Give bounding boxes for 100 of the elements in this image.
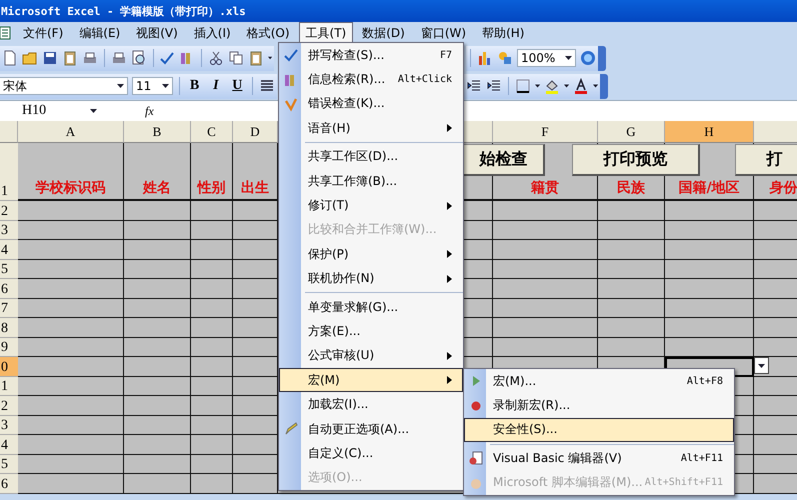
row-header[interactable]: 2 [0, 396, 18, 416]
italic-button[interactable]: I [207, 78, 225, 94]
menu-item[interactable]: 公式审核(U) [279, 344, 463, 368]
new-document-icon[interactable] [2, 50, 18, 66]
copy-icon[interactable] [228, 50, 244, 66]
column-header[interactable]: G [598, 121, 665, 143]
row-header[interactable]: 6 [0, 279, 18, 298]
menu-bar-item[interactable]: 窗口(W) [414, 22, 474, 44]
menu-bar-item[interactable]: 格式(O) [240, 22, 297, 44]
column-header[interactable]: B [124, 121, 191, 143]
menu-item[interactable]: 修订(T) [279, 193, 463, 218]
underline-button[interactable]: U [228, 78, 246, 94]
printer-icon[interactable] [82, 50, 98, 66]
caret-icon[interactable] [592, 84, 598, 88]
row-header[interactable]: 3 [0, 416, 18, 435]
menu-item[interactable]: 宏(M)... Alt+F8 [464, 369, 734, 394]
menu-bar-item[interactable]: 插入(I) [186, 22, 238, 44]
fill-color-icon[interactable] [544, 78, 560, 94]
caret-icon[interactable] [564, 84, 569, 88]
spelling-icon[interactable] [283, 47, 299, 64]
bold-button[interactable]: B [186, 78, 204, 94]
column-header[interactable]: H [665, 121, 754, 143]
sheet-button[interactable]: 始检查 [463, 144, 545, 176]
menu-item[interactable]: 方案(E)... [279, 319, 463, 344]
row-header[interactable]: 3 [0, 220, 18, 240]
cut-icon[interactable] [208, 50, 224, 66]
print-preview-icon[interactable] [130, 50, 147, 66]
column-header[interactable]: A [18, 121, 124, 143]
check-icon[interactable] [283, 96, 299, 112]
row-header[interactable]: 6 [0, 474, 18, 494]
select-all-button[interactable] [0, 121, 18, 143]
menu-bar-item[interactable]: 文件(F) [16, 22, 70, 44]
printer-icon[interactable] [110, 50, 127, 66]
caret-icon[interactable] [268, 56, 272, 60]
row-header[interactable]: 9 [0, 338, 18, 357]
function-label[interactable]: fx [145, 104, 154, 118]
caret-icon[interactable] [90, 109, 97, 113]
row-header[interactable]: 2 [0, 201, 18, 220]
menu-item[interactable]: 录制新宏(R)... [464, 393, 734, 418]
column-header[interactable]: F [493, 121, 598, 143]
dropdown-caret-icon[interactable] [758, 364, 765, 368]
column-header[interactable] [754, 121, 797, 143]
menu-item[interactable]: 语音(H) [279, 116, 463, 141]
save-icon[interactable] [42, 50, 58, 66]
menu-item[interactable]: 自动更正选项(A)... [279, 416, 463, 442]
row-header[interactable]: 5 [0, 454, 18, 474]
align-icon[interactable] [258, 78, 275, 94]
menu-item[interactable]: 共享工作区(D)... [279, 144, 463, 169]
menu-bar-item[interactable]: 数据(D) [355, 22, 412, 44]
menu-item[interactable]: 宏(M) [279, 368, 463, 392]
menu-item[interactable]: 加载宏(I)... [279, 392, 463, 417]
sheet-button[interactable]: 打 [735, 144, 797, 176]
row-header[interactable]: 1 [0, 376, 18, 396]
table-cell [754, 376, 797, 396]
caret-icon[interactable] [565, 56, 572, 60]
toolbar-grip[interactable] [600, 74, 608, 98]
editor-icon[interactable] [468, 450, 484, 466]
table-cell [191, 376, 233, 396]
menu-item[interactable]: 共享工作簿(B)... [279, 168, 463, 194]
row-header[interactable]: 7 [0, 298, 18, 318]
menu-bar-item[interactable]: 帮助(H) [475, 22, 532, 44]
table-cell [191, 396, 233, 416]
chart-icon[interactable] [476, 50, 493, 66]
menu-item[interactable]: Visual Basic 编辑器(V) Alt+F11 [464, 446, 734, 471]
caret-icon[interactable] [116, 84, 124, 88]
dropdown-button[interactable] [754, 357, 769, 374]
menu-item[interactable]: 拼写检查(S)... F7 [279, 43, 463, 68]
row-header[interactable]: 4 [0, 240, 18, 260]
menu-item[interactable]: 信息检索(R)... Alt+Click [279, 67, 463, 92]
caret-icon[interactable] [534, 84, 540, 88]
font-field[interactable]: 宋体 [0, 77, 128, 95]
row-header[interactable]: 0 [0, 357, 18, 376]
column-header[interactable]: D [233, 121, 278, 143]
menu-item[interactable]: 自定义(C)... [279, 441, 463, 466]
caret-icon[interactable] [162, 84, 169, 88]
menu-item[interactable]: 单变量求解(G)... [279, 294, 463, 320]
folder-icon[interactable] [22, 50, 38, 66]
menu-bar-item[interactable]: 视图(V) [129, 22, 185, 44]
column-header[interactable]: C [191, 121, 233, 143]
sheet-button[interactable]: 打印预览 [572, 144, 700, 176]
paste-icon[interactable] [248, 50, 264, 66]
shapes-icon[interactable] [496, 50, 513, 66]
menu-item[interactable]: 保护(P) [279, 242, 463, 267]
menu-item[interactable]: 联机协作(N) [279, 266, 463, 291]
borders-icon[interactable] [514, 78, 531, 94]
paste-icon[interactable] [62, 50, 78, 66]
row-header[interactable]: 4 [0, 435, 18, 454]
font-size-field[interactable]: 11 [132, 77, 173, 95]
menu-bar-item[interactable]: 编辑(E) [72, 22, 128, 44]
menu-item[interactable]: 错误检查(K)... [279, 92, 463, 116]
font-color-icon[interactable] [572, 78, 589, 94]
pencil-icon[interactable] [283, 421, 299, 438]
row-header[interactable]: 8 [0, 318, 18, 338]
help-icon[interactable] [580, 50, 596, 66]
spelling-icon[interactable] [159, 50, 176, 66]
row-header[interactable]: 5 [0, 260, 18, 279]
toolbar-grip[interactable] [598, 46, 606, 70]
row-header[interactable]: 1 [0, 143, 18, 201]
zoom-field[interactable]: 100% [516, 49, 576, 67]
menu-item[interactable]: 安全性(S)... [464, 418, 734, 442]
